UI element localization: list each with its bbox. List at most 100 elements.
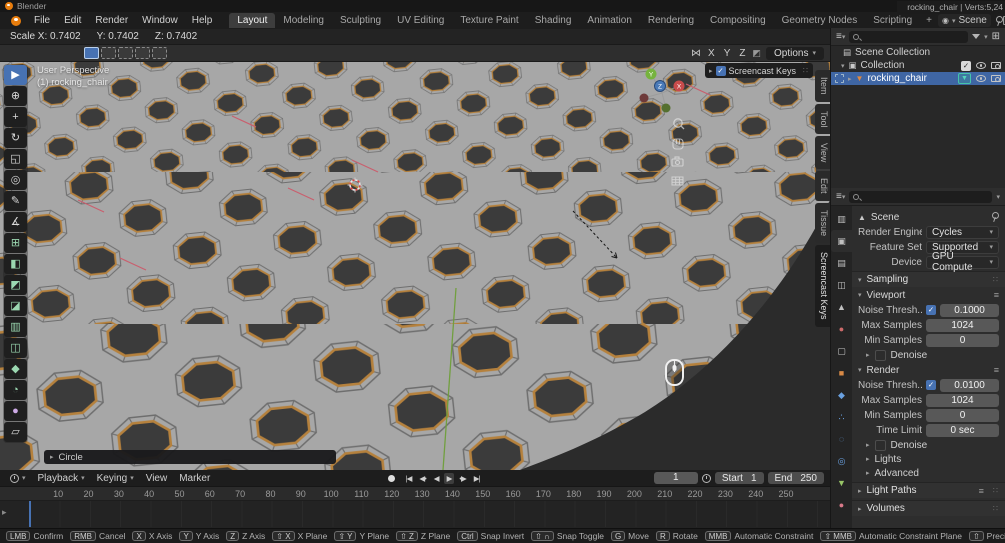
outliner-row-rocking-chair[interactable]: ▸ ▼ rocking_chair ▼ (831, 72, 1005, 85)
workspace-tab[interactable]: Texture Paint (452, 13, 526, 28)
end-frame-field[interactable]: End 250 (768, 472, 824, 484)
timeline-editor-type-button[interactable]: ▾ (4, 474, 32, 483)
min-samples-field[interactable]: 0 (926, 334, 999, 347)
channel-expand-icon[interactable]: ▸ (2, 507, 7, 518)
properties-tab[interactable]: ◌ (831, 428, 852, 450)
tool-button[interactable]: ∡ (4, 212, 27, 232)
lights-row[interactable]: ▸ Lights (858, 452, 999, 466)
properties-tab[interactable]: ● (831, 318, 852, 340)
play-button[interactable]: ▶ (444, 473, 455, 484)
render-denoise-row[interactable]: ▸ Denoise (858, 438, 999, 452)
jump-to-start-button[interactable]: |◀ (403, 473, 415, 484)
viewport-denoise-row[interactable]: ▸ Denoise (858, 348, 999, 362)
tool-button[interactable]: ✎ (4, 191, 27, 211)
view-menu[interactable]: View (140, 473, 174, 484)
volumes-panel-header[interactable]: ▸ Volumes ∷ (852, 500, 1005, 516)
max-samples-field[interactable]: 1024 (926, 319, 999, 332)
timeline-tracks[interactable]: ▸ (0, 501, 830, 527)
properties-tab[interactable]: ■ (831, 362, 852, 384)
sidebar-tab[interactable]: Tissue (815, 203, 830, 243)
sidebar-tab[interactable]: Tool (815, 104, 830, 135)
axis-neg-y-ball[interactable] (662, 104, 671, 113)
sidebar-tab[interactable]: Edit (815, 171, 830, 201)
denoise-checkbox[interactable] (875, 350, 886, 361)
sidebar-tab[interactable]: Item (815, 70, 830, 102)
menu-item[interactable]: Help (185, 14, 220, 27)
properties-editor-type-button[interactable]: ≡▾ (836, 191, 845, 202)
new-collection-button[interactable]: ⊞ (992, 31, 1000, 42)
workspace-tab[interactable]: Layout (229, 13, 275, 28)
viewport-subpanel-header[interactable]: ▾ Viewport ≡ (858, 288, 999, 302)
noise-threshold-checkbox[interactable]: ✓ (926, 305, 936, 315)
workspace-tab[interactable]: Compositing (702, 13, 774, 28)
outliner-search-input[interactable] (849, 31, 968, 43)
workspace-tab[interactable]: Modeling (275, 13, 332, 28)
workspace-tab[interactable]: Geometry Nodes (774, 13, 866, 28)
menu-item[interactable]: Window (135, 14, 185, 27)
marker-menu[interactable]: Marker (173, 473, 216, 484)
min-samples-field[interactable]: 0 (926, 409, 999, 422)
mirror-y-toggle[interactable]: Y (722, 48, 733, 59)
disable-render-icon[interactable] (991, 62, 1001, 69)
noise-threshold-field[interactable]: 0.0100 (940, 379, 999, 392)
drag-grip-icon[interactable]: ∷ (803, 66, 809, 75)
tool-button[interactable]: ▥ (4, 317, 27, 337)
options-button[interactable]: Options ▾ (766, 47, 824, 60)
preset-menu-icon[interactable]: ≡ (979, 486, 984, 496)
last-operator-panel[interactable]: ▸ Circle (44, 450, 336, 464)
select-mode-button[interactable] (118, 47, 133, 59)
tool-button[interactable]: ● (4, 401, 27, 421)
correct-face-attributes-icon[interactable]: ◩ (753, 48, 762, 59)
menu-item[interactable]: Edit (57, 14, 88, 27)
disable-render-icon[interactable] (991, 75, 1001, 82)
noise-threshold-checkbox[interactable]: ✓ (926, 380, 936, 390)
device-select[interactable]: GPU Compute ▾ (926, 256, 999, 269)
sidebar-tab[interactable]: View (815, 136, 830, 169)
start-frame-field[interactable]: Start 1 (715, 472, 764, 484)
tool-button[interactable]: ◆ (4, 359, 27, 379)
keying-menu[interactable]: Keying ▾ (91, 473, 140, 484)
prev-keyframe-button[interactable]: ◀• (416, 473, 428, 484)
tool-button[interactable]: ◩ (4, 275, 27, 295)
workspace-tab[interactable]: Rendering (640, 13, 702, 28)
screencast-keys-panel[interactable]: ▸ ✓ Screencast Keys ∷ (705, 63, 813, 78)
properties-tab[interactable]: ▼ (831, 472, 852, 494)
render-engine-select[interactable]: Cycles ▾ (926, 226, 999, 239)
properties-tab[interactable]: ▣ (831, 230, 852, 252)
tool-button[interactable]: + (4, 107, 27, 127)
select-mode-button[interactable] (84, 47, 99, 59)
tool-button[interactable]: ◎ (4, 170, 27, 190)
properties-tab[interactable]: ◫ (831, 274, 852, 296)
timeline-ruler[interactable]: 1020304050607080901001101201301401501601… (0, 487, 830, 501)
collection-checkbox[interactable]: ✓ (961, 61, 971, 71)
current-frame-field[interactable]: 1 (654, 472, 698, 484)
properties-tab[interactable]: ▥ (831, 208, 852, 230)
render-subpanel-header[interactable]: ▾ Render ≡ (858, 363, 999, 377)
tool-button[interactable]: ◫ (4, 338, 27, 358)
hide-viewport-icon[interactable] (976, 75, 986, 82)
advanced-row[interactable]: ▸ Advanced (858, 466, 999, 480)
jump-to-end-button[interactable]: ▶| (471, 473, 483, 484)
tool-button[interactable]: ▶ (4, 65, 27, 85)
light-paths-panel-header[interactable]: ▸ Light Paths ≡ ∷ (852, 482, 1005, 498)
workspace-tab[interactable]: UV Editing (389, 13, 452, 28)
workspace-tab[interactable]: Sculpting (332, 13, 389, 28)
pin-icon[interactable] (990, 212, 999, 222)
properties-tab[interactable]: ● (831, 494, 852, 516)
hide-viewport-icon[interactable] (976, 62, 986, 69)
tool-button[interactable]: ▱ (4, 422, 27, 442)
preset-menu-icon[interactable]: ≡ (994, 290, 999, 300)
add-workspace-button[interactable]: + (920, 13, 938, 28)
tool-button[interactable]: ↻ (4, 128, 27, 148)
select-mode-button[interactable] (135, 47, 150, 59)
axis-neg-x-ball[interactable] (640, 94, 649, 103)
blender-menu-icon[interactable] (8, 16, 23, 26)
play-reverse-button[interactable]: ◀ (431, 473, 442, 484)
workspace-tab[interactable]: Shading (527, 13, 580, 28)
sidebar-tab[interactable]: Screencast Keys (815, 245, 830, 327)
filter-icon[interactable] (972, 34, 980, 39)
tool-button[interactable]: ◪ (4, 296, 27, 316)
workspace-tab[interactable]: Animation (579, 13, 639, 28)
time-limit-field[interactable]: 0 sec (926, 424, 999, 437)
outliner-display-mode-button[interactable]: ≡▾ (836, 31, 845, 42)
